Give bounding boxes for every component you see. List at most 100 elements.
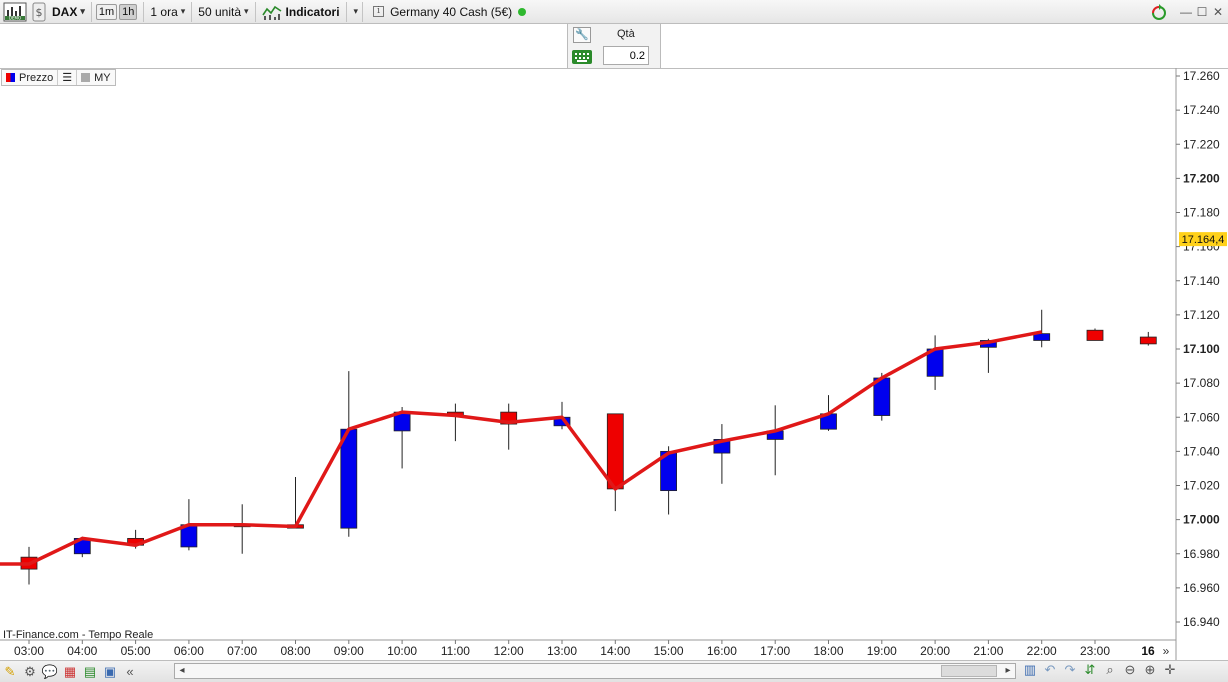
candle[interactable]	[233, 504, 251, 554]
undo-icon[interactable]: ↶	[1040, 661, 1060, 679]
zoom-in-icon[interactable]: ⊕	[1140, 661, 1160, 679]
chart-legend: Prezzo ☰ MY	[1, 69, 116, 86]
tf-1m-button[interactable]: 1m	[95, 3, 118, 20]
dollar-icon[interactable]: $	[30, 1, 48, 23]
candle-body	[340, 428, 358, 529]
candle-body	[1139, 336, 1157, 345]
series-my-line	[0, 330, 1043, 566]
indicators-dropdown[interactable]: ▾	[349, 1, 361, 23]
x-tick-label: 14:00	[600, 644, 630, 658]
indicators-label: Indicatori	[285, 4, 340, 19]
candle-body	[1086, 329, 1104, 341]
price-chart[interactable]: 17.26017.24017.22017.20017.18017.16017.1…	[0, 68, 1228, 660]
x-tick-label: 10:00	[387, 644, 417, 658]
x-tick-label: 15:00	[654, 644, 684, 658]
divider	[90, 1, 92, 22]
y-tick-label: 17.180	[1183, 206, 1220, 220]
screen-icon[interactable]: ▣	[100, 663, 120, 681]
collapse-left-icon[interactable]: «	[120, 663, 140, 681]
zoom-out-icon[interactable]: ⊖	[1120, 661, 1140, 679]
instrument-label: DAX	[52, 4, 78, 19]
legend-price-label: Prezzo	[19, 71, 54, 84]
bars-icon[interactable]: ▤	[80, 663, 100, 681]
x-tick-label: 20:00	[920, 644, 950, 658]
x-tick-label: 05:00	[121, 644, 151, 658]
candle[interactable]	[340, 371, 358, 537]
legend-my[interactable]: MY	[77, 70, 115, 85]
candle[interactable]	[606, 413, 624, 512]
x-tick-label: 04:00	[67, 644, 97, 658]
zoom-box-icon[interactable]: ⌕	[1100, 661, 1120, 679]
legend-list-icon[interactable]: ☰	[58, 70, 78, 85]
crosshair-icon[interactable]: ✛	[1160, 661, 1180, 679]
units-select[interactable]: 50 unità ▾	[194, 1, 252, 23]
chevron-down-icon: ▾	[180, 6, 186, 16]
tf-1h-button[interactable]: 1h	[119, 3, 138, 20]
y-tick-label: 16.960	[1183, 581, 1220, 595]
x-tick-label: 21:00	[973, 644, 1003, 658]
order-panel: 🔧 Qtà	[567, 24, 661, 68]
x-tick-label: 19:00	[867, 644, 897, 658]
x-tick-label: 03:00	[14, 644, 44, 658]
candle-body	[606, 413, 624, 490]
tools-icon[interactable]: ⚙	[20, 663, 40, 681]
refresh-icon[interactable]	[1148, 4, 1170, 20]
date-marker: 16	[1141, 644, 1155, 658]
candle[interactable]	[1139, 331, 1157, 346]
divider	[254, 1, 256, 22]
y-tick-label: 17.060	[1183, 410, 1220, 424]
navigator-icon[interactable]: ▥	[1020, 661, 1040, 679]
calculator-icon[interactable]: ▦	[60, 663, 80, 681]
timeframe-quick-buttons: 1m 1h	[94, 1, 142, 23]
scroll-right-icon[interactable]: »	[1163, 644, 1170, 658]
timeframe-select[interactable]: 1 ora ▾	[146, 1, 189, 23]
keyboard-icon[interactable]	[572, 50, 592, 64]
scroll-right-arrow-icon[interactable]: ▸	[1001, 664, 1015, 678]
instrument-select[interactable]: DAX ▾	[48, 1, 89, 23]
candle[interactable]	[1033, 309, 1051, 348]
candle[interactable]	[1086, 328, 1104, 341]
info-icon: i	[373, 6, 385, 17]
candles	[20, 309, 1157, 585]
timeframe-label: 1 ora	[150, 4, 178, 19]
redo-icon[interactable]: ↷	[1060, 661, 1080, 679]
candle[interactable]	[500, 403, 518, 450]
minimize-icon[interactable]: —	[1178, 4, 1194, 20]
comment-icon[interactable]: 💬	[40, 663, 60, 681]
candle[interactable]	[766, 405, 784, 476]
legend-price[interactable]: Prezzo	[2, 70, 59, 85]
svg-text:$: $	[36, 6, 43, 19]
y-tick-label: 17.080	[1183, 376, 1220, 390]
indicators-icon	[261, 5, 281, 20]
auto-scale-icon[interactable]: ⇵	[1080, 661, 1100, 679]
scrollbar-thumb[interactable]	[941, 665, 997, 677]
x-tick-label: 16:00	[707, 644, 737, 658]
x-tick-label: 17:00	[760, 644, 790, 658]
market-name: Germany 40 Cash (5€)	[390, 4, 513, 19]
x-tick-label: 18:00	[813, 644, 843, 658]
draw-pencil-icon[interactable]: ✎	[0, 663, 20, 681]
trading-app: DEMO $ DAX ▾ 1m 1h 1 ora ▾ 50 unità ▾ In…	[0, 0, 1228, 682]
indicators-button[interactable]: Indicatori	[258, 1, 344, 23]
demo-badge: DEMO	[9, 15, 21, 20]
y-tick-label: 17.140	[1183, 274, 1220, 288]
x-axis-ticks: 03:00 04:00 05:00 06:00 07:00 08:00 09:00 10:00…	[14, 640, 1110, 658]
legend-my-label: MY	[94, 71, 111, 84]
candle[interactable]	[713, 424, 731, 484]
qty-label: Qtà	[617, 28, 635, 40]
candle[interactable]	[926, 335, 944, 390]
wrench-icon[interactable]: 🔧	[573, 27, 591, 43]
x-tick-label: 11:00	[441, 644, 470, 658]
candle[interactable]	[287, 476, 304, 529]
price-swatch-icon	[6, 73, 15, 82]
scroll-left-arrow-icon[interactable]: ◂	[175, 664, 189, 678]
divider	[143, 1, 145, 22]
maximize-icon[interactable]: ☐	[1194, 4, 1210, 20]
candle[interactable]	[393, 407, 411, 469]
candle[interactable]	[446, 403, 464, 442]
market-info[interactable]: i Germany 40 Cash (5€)	[365, 1, 530, 23]
chevron-down-icon: ▾	[80, 6, 85, 16]
horizontal-scrollbar[interactable]: ◂ ▸	[174, 663, 1016, 679]
close-icon[interactable]: ✕	[1210, 4, 1226, 20]
qty-input[interactable]	[603, 46, 649, 65]
